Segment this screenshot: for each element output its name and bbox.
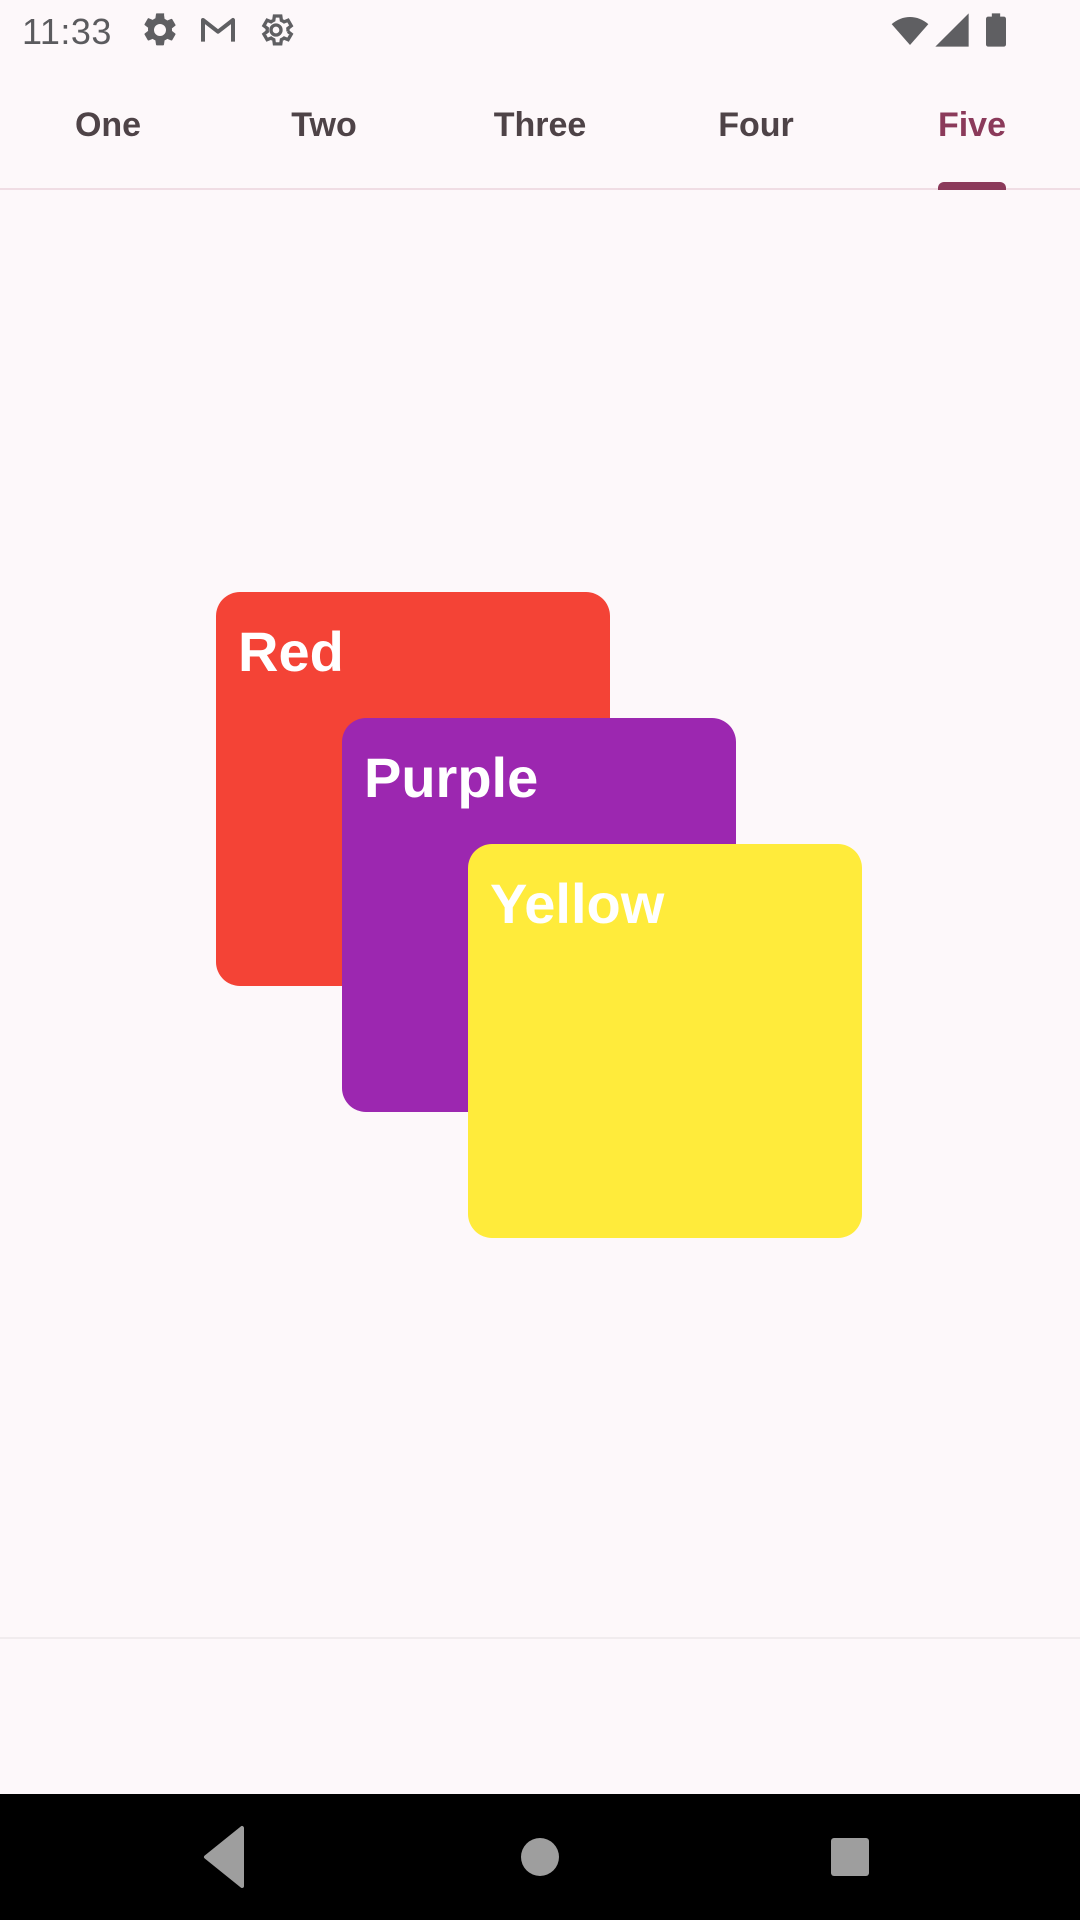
status-time: 11:33 [22,11,112,52]
back-button[interactable] [166,1794,286,1920]
wifi-icon [890,10,930,50]
card-purple-label: Purple [364,746,539,809]
card-yellow-label: Yellow [490,872,665,935]
card-yellow[interactable]: Yellow [468,844,862,1238]
tab-four-label: Four [718,106,794,144]
home-button[interactable] [480,1794,600,1920]
tab-two[interactable]: Two [216,64,432,188]
tab-active-indicator [938,182,1006,190]
gmail-icon [198,10,238,50]
settings-icon [140,10,180,50]
tab-one-label: One [74,106,142,144]
recents-icon [790,1794,910,1920]
tab-four[interactable]: Four [648,64,864,188]
tab-five-label: Five [937,106,1007,144]
card-red-label: Red [238,620,344,683]
battery-icon [976,10,1016,50]
tab-two-label: Two [291,106,357,144]
back-icon [166,1794,286,1920]
tab-one[interactable]: One [0,64,216,188]
bottom-divider [0,1637,1080,1639]
tab-three-label: Three [493,106,587,144]
home-icon [480,1794,600,1920]
status-bar: 11:33 [0,0,1080,64]
settings-outline-icon [256,10,296,50]
navigation-bar [0,1794,1080,1920]
tab-bar: One Two Three Four Five [0,64,1080,190]
recents-button[interactable] [790,1794,910,1920]
tab-three[interactable]: Three [432,64,648,188]
signal-icon [932,10,972,50]
tab-five[interactable]: Five [864,64,1080,188]
